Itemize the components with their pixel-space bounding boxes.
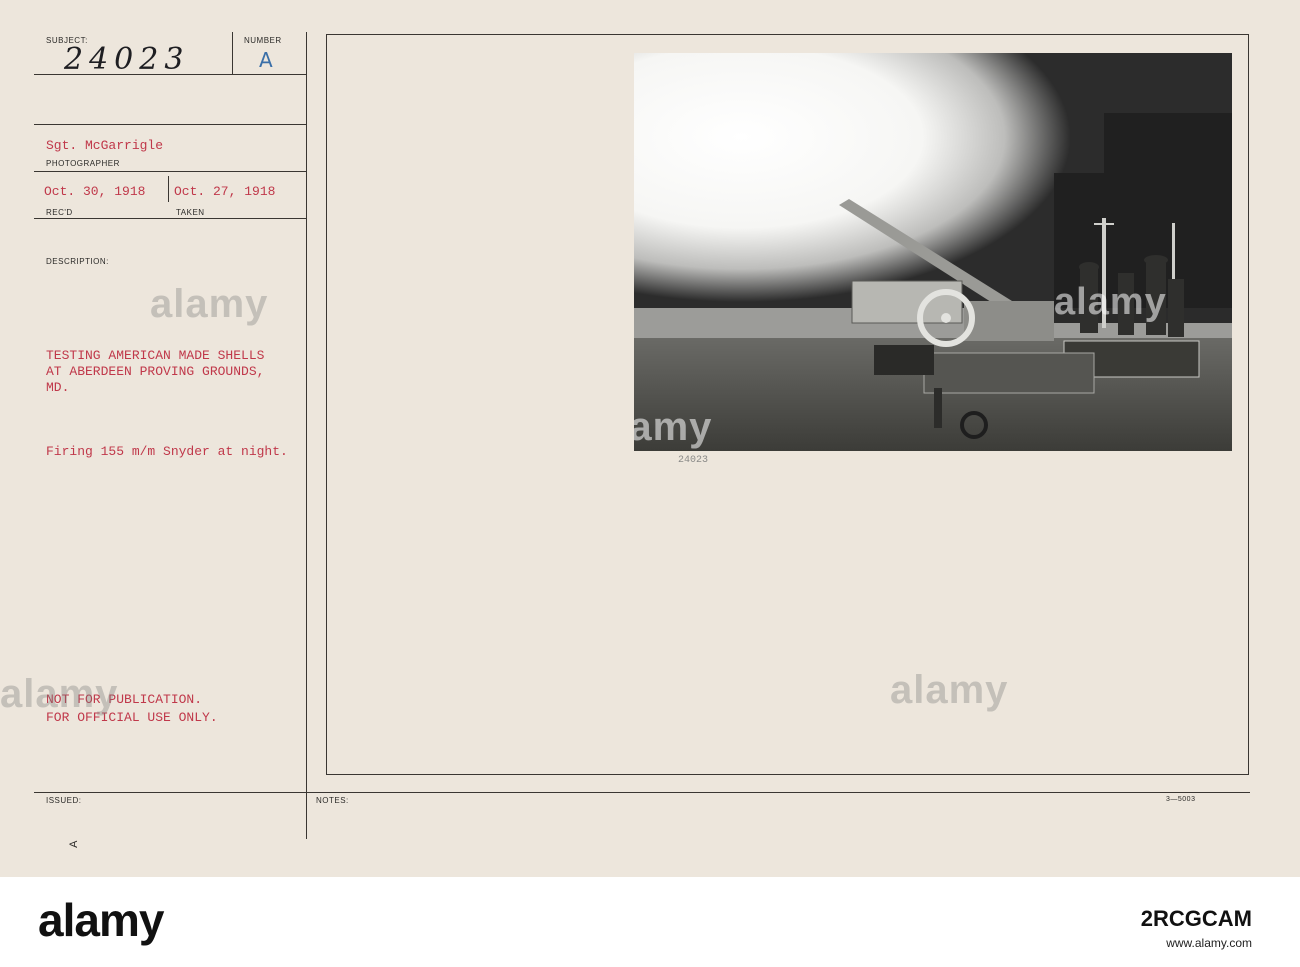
card-watermark-1: alamy — [150, 282, 269, 326]
card-watermark-3: alamy — [890, 668, 1009, 712]
photo-watermark-1: alamy — [634, 405, 713, 449]
divider-subject-number — [232, 32, 233, 74]
corner-mark: A — [67, 840, 80, 848]
taken-label: TAKEN — [176, 208, 205, 217]
caption: Firing 155 m/m Snyder at night. — [46, 444, 288, 459]
number-label: NUMBER — [244, 36, 282, 45]
divider-vertical — [306, 32, 307, 839]
notes-label: NOTES: — [316, 796, 349, 805]
photographer-label: PHOTOGRAPHER — [46, 159, 120, 168]
description-line-1: TESTING AMERICAN MADE SHELLS — [46, 348, 265, 363]
subject-number: 24023 — [64, 42, 190, 77]
divider-row-3 — [34, 171, 306, 172]
form-code: 3—5003 — [1166, 796, 1196, 803]
archival-record-card: SUBJECT: NUMBER 24023 A Sgt. McGarrigle … — [0, 0, 1300, 877]
image-code: 2RCGCAM — [1140, 906, 1252, 931]
brand-logo[interactable]: alamy — [38, 893, 164, 947]
photo-watermark-2: alamy — [1054, 281, 1167, 323]
description-label: DESCRIPTION: — [46, 257, 109, 266]
divider-row-4 — [34, 218, 306, 219]
received-date: Oct. 30, 1918 — [44, 184, 146, 199]
site-url[interactable]: www.alamy.com — [1166, 936, 1252, 950]
divider-dates — [168, 176, 169, 202]
received-label: REC'D — [46, 208, 73, 217]
number-letter: A — [259, 48, 273, 72]
photo-number-under-photo: 24023 — [678, 455, 709, 466]
card-watermark-2: alamy — [0, 672, 119, 716]
divider-row-2 — [34, 124, 306, 125]
night-firing-photograph: alamy alamy 24023 — [634, 53, 1232, 451]
description-line-3: MD. — [46, 380, 70, 395]
description-line-2: AT ABERDEEN PROVING GROUNDS, — [46, 364, 265, 379]
taken-date: Oct. 27, 1918 — [174, 184, 276, 199]
photographer-name: Sgt. McGarrigle — [46, 138, 164, 153]
divider-bottom — [34, 792, 1250, 793]
photograph-illustration — [634, 53, 1232, 451]
issued-label: ISSUED: — [46, 796, 82, 805]
stock-footer — [0, 877, 1300, 967]
